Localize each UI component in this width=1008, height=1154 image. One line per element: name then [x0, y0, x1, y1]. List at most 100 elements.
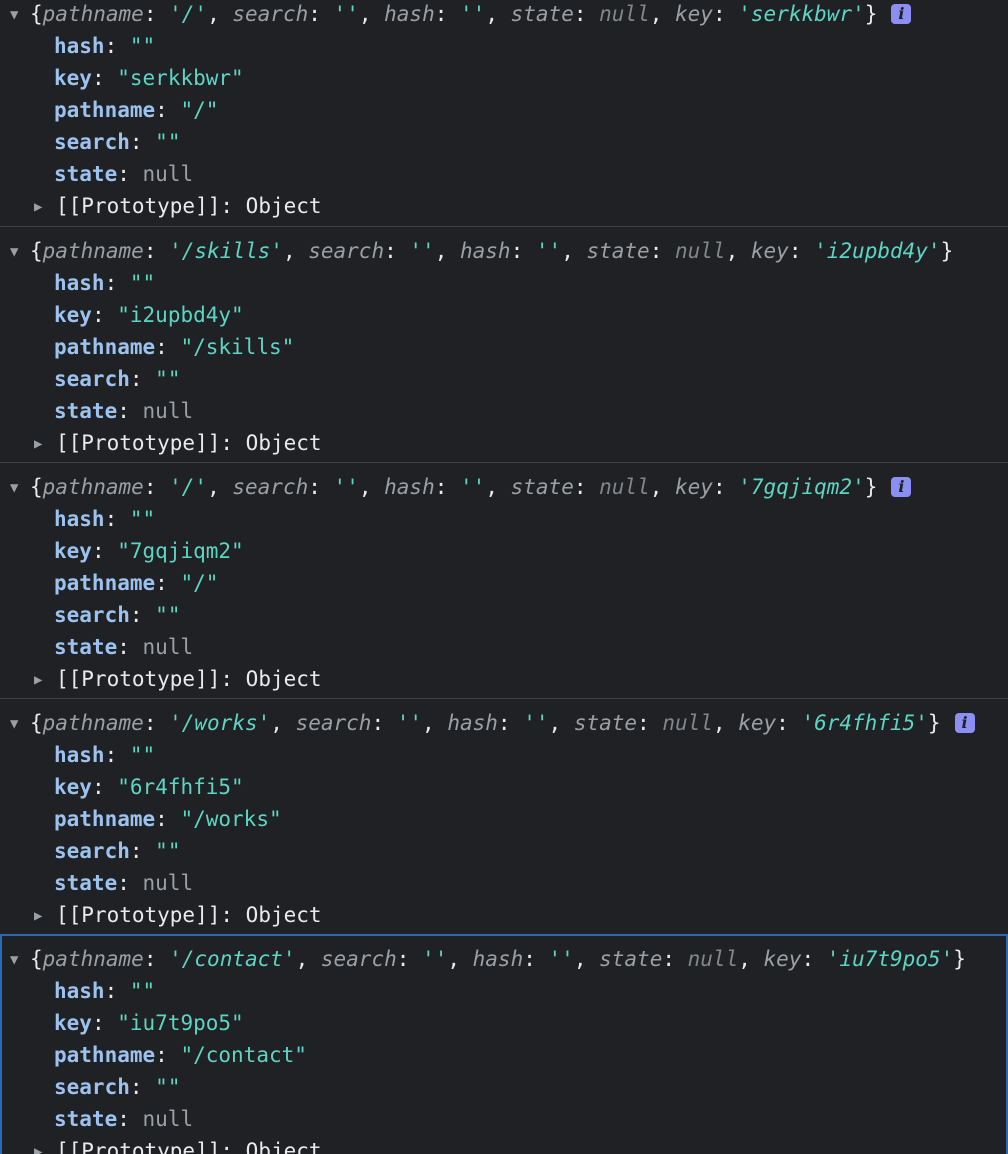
prop-key-label: pathname	[54, 571, 156, 595]
prop-value: null	[142, 162, 194, 186]
prop-value: ""	[155, 603, 181, 627]
prop-key-label: state	[54, 399, 118, 423]
summary-hash: ''	[460, 475, 486, 499]
prop-value: "/skills"	[180, 335, 295, 359]
summary-key: 'serkkbwr'	[738, 2, 865, 26]
prop-key-label: hash	[54, 979, 105, 1003]
object-summary[interactable]: ▼ {pathname: '/', search: '', hash: '', s…	[10, 0, 912, 31]
summary-search: ''	[333, 475, 359, 499]
collapse-triangle-icon[interactable]: ▶	[34, 900, 56, 932]
summary-pathname: '/'	[169, 475, 208, 499]
prop-hash: hash: ""	[54, 271, 156, 295]
prototype-row[interactable]: ▶ [[Prototype]]: Object	[34, 190, 322, 222]
prop-key-label: hash	[54, 743, 105, 767]
collapse-triangle-icon[interactable]: ▶	[34, 1136, 56, 1154]
expand-triangle-icon[interactable]: ▼	[10, 708, 30, 740]
console-log: ▼ {pathname: '/', search: '', hash: '', s…	[0, 0, 1008, 1154]
summary-hash: ''	[523, 711, 549, 735]
console-entry[interactable]: ▼ {pathname: '/skills', search: '', hash:…	[0, 226, 1008, 462]
prop-value: ""	[129, 34, 156, 58]
prototype-row[interactable]: ▶ [[Prototype]]: Object	[34, 427, 322, 459]
expand-triangle-icon[interactable]: ▼	[10, 944, 30, 976]
prop-key: key: "6r4fhfi5"	[54, 775, 244, 799]
info-icon[interactable]: i	[891, 477, 912, 497]
console-entry[interactable]: ▼ {pathname: '/', search: '', hash: '', s…	[0, 462, 1008, 698]
summary-search: ''	[333, 2, 359, 26]
prop-value: "/"	[180, 98, 219, 122]
prop-value: ""	[155, 367, 181, 391]
prop-pathname: pathname: "/skills"	[54, 335, 295, 359]
prop-search: search: ""	[54, 839, 181, 863]
expand-triangle-icon[interactable]: ▼	[10, 236, 30, 268]
collapse-triangle-icon[interactable]: ▶	[34, 664, 56, 696]
summary-key: 'i2upbd4y'	[814, 239, 941, 263]
prop-key-label: pathname	[54, 1043, 156, 1067]
console-entry[interactable]: ▼ {pathname: '/', search: '', hash: '', s…	[0, 0, 1008, 226]
summary-key: 'iu7t9po5'	[826, 947, 954, 971]
summary-hash: ''	[535, 239, 562, 263]
info-icon[interactable]: i	[954, 713, 975, 733]
summary-key: '6r4fhfi5'	[801, 711, 928, 735]
prop-hash: hash: ""	[54, 979, 156, 1003]
summary-state: null	[687, 947, 739, 971]
prop-key-label: state	[54, 871, 118, 895]
prop-key-label: search	[54, 839, 130, 863]
prop-key-label: search	[54, 367, 130, 391]
summary-key: '7gqjiqm2'	[738, 475, 865, 499]
object-summary[interactable]: ▼ {pathname: '/skills', search: '', hash:…	[10, 235, 953, 267]
prop-state: state: null	[54, 1107, 194, 1131]
prop-search: search: ""	[54, 367, 181, 391]
object-summary[interactable]: ▼ {pathname: '/', search: '', hash: '', s…	[10, 471, 912, 504]
prop-key-label: hash	[54, 271, 105, 295]
prop-value: null	[142, 871, 194, 895]
prop-value: "i2upbd4y"	[117, 303, 244, 327]
prop-key-label: key	[54, 775, 92, 799]
object-summary[interactable]: ▼ {pathname: '/works', search: '', hash: …	[10, 707, 975, 739]
summary-search: ''	[396, 711, 423, 735]
collapse-triangle-icon[interactable]: ▶	[34, 191, 56, 223]
console-entry[interactable]: ▼ {pathname: '/contact', search: '', hash…	[0, 934, 1008, 1154]
info-icon[interactable]: i	[891, 4, 912, 24]
prop-pathname: pathname: "/contact"	[54, 1043, 307, 1067]
object-summary[interactable]: ▼ {pathname: '/contact', search: '', hash…	[10, 943, 966, 975]
prototype-row[interactable]: ▶ [[Prototype]]: Object	[34, 1135, 322, 1154]
prop-value: "iu7t9po5"	[117, 1011, 244, 1035]
console-entry[interactable]: ▼ {pathname: '/works', search: '', hash: …	[0, 698, 1008, 934]
prototype-row[interactable]: ▶ [[Prototype]]: Object	[34, 663, 322, 695]
prop-value: null	[142, 635, 194, 659]
prop-value: ""	[129, 507, 156, 531]
summary-pathname: '/contact'	[169, 947, 296, 971]
collapse-triangle-icon[interactable]: ▶	[34, 428, 56, 460]
expand-triangle-icon[interactable]: ▼	[10, 0, 30, 31]
summary-hash: ''	[548, 947, 574, 971]
prop-value: "6r4fhfi5"	[117, 775, 244, 799]
prop-key-label: state	[54, 635, 118, 659]
summary-search: ''	[409, 239, 435, 263]
prop-key-label: search	[54, 1075, 130, 1099]
prop-key-label: key	[54, 66, 92, 90]
prop-key-label: search	[54, 130, 130, 154]
prop-value: ""	[129, 743, 156, 767]
summary-state: null	[662, 711, 713, 735]
expand-triangle-icon[interactable]: ▼	[10, 472, 30, 504]
prop-pathname: pathname: "/"	[54, 98, 219, 122]
summary-state: null	[675, 239, 726, 263]
prop-value: "/"	[180, 571, 219, 595]
prop-key: key: "7gqjiqm2"	[54, 539, 244, 563]
summary-pathname: '/'	[169, 2, 208, 26]
prop-value: "/contact"	[180, 1043, 307, 1067]
prop-key-label: state	[54, 1107, 118, 1131]
prop-key-label: hash	[54, 34, 105, 58]
prop-hash: hash: ""	[54, 34, 156, 58]
prop-key-label: pathname	[54, 807, 156, 831]
summary-pathname: '/works'	[169, 711, 271, 735]
prop-search: search: ""	[54, 130, 181, 154]
prop-value: "serkkbwr"	[117, 66, 244, 90]
prop-key: key: "serkkbwr"	[54, 66, 244, 90]
prop-key-label: pathname	[54, 98, 156, 122]
summary-search: ''	[422, 947, 448, 971]
prototype-row[interactable]: ▶ [[Prototype]]: Object	[34, 899, 322, 931]
prop-value: ""	[155, 839, 181, 863]
prop-value: ""	[129, 979, 156, 1003]
prop-value: ""	[129, 271, 156, 295]
